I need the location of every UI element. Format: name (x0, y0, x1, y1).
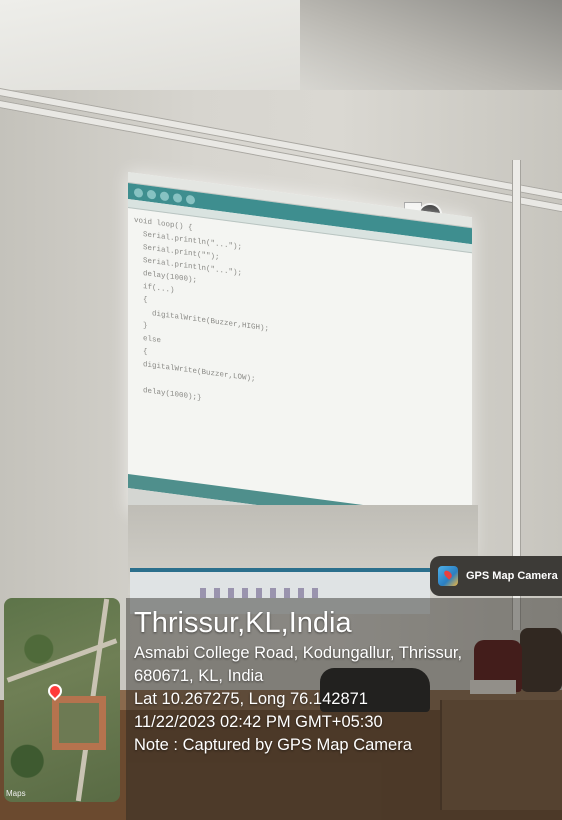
coordinates: Lat 10.267275, Long 76.142871 (134, 690, 368, 708)
datetime: 11/22/2023 02:42 PM GMT+05:30 (134, 713, 383, 731)
projected-screen: void loop() { Serial.println("..."); Ser… (128, 172, 472, 558)
gps-map-camera-badge: GPS Map Camera (430, 556, 562, 596)
map-building (52, 696, 106, 750)
location-title: Thrissur,KL,India (134, 607, 352, 639)
gps-map-camera-icon (438, 566, 458, 586)
map-thumbnail: Maps (4, 598, 120, 802)
badge-label: GPS Map Camera (466, 570, 558, 582)
capture-note: Note : Captured by GPS Map Camera (134, 736, 412, 754)
address-line-1: Asmabi College Road, Kodungallur, Thriss… (134, 644, 463, 662)
address-line-2: 680671, KL, India (134, 667, 264, 685)
map-label: Maps (6, 789, 26, 798)
location-info: Thrissur,KL,India Asmabi College Road, K… (134, 604, 562, 757)
